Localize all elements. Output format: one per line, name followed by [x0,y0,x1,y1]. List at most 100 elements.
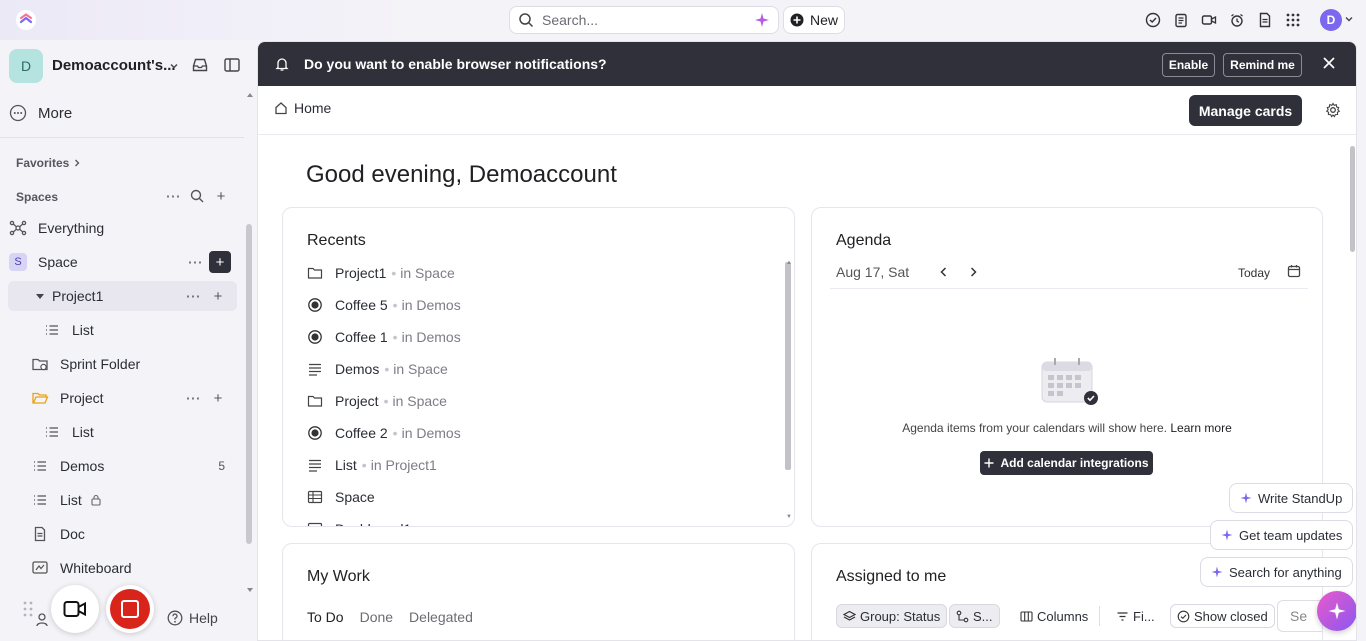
ai-assistant-button[interactable] [1317,591,1356,631]
check-circle-icon[interactable] [1143,10,1163,30]
check-circle-icon [1177,610,1190,623]
ai-sparkle-icon[interactable] [754,12,770,28]
list-icon [42,320,62,340]
new-label: New [809,12,838,28]
subtasks-chip[interactable]: S... [949,604,1000,628]
chevron-down-icon[interactable] [1344,14,1354,24]
scroll-down-icon[interactable]: ▼ [786,514,792,520]
notepad-icon[interactable] [1171,10,1191,30]
add-item-icon[interactable]: + [207,387,229,409]
tab-todo[interactable]: To Do [307,609,344,625]
close-icon[interactable] [1322,56,1336,70]
chevron-down-icon[interactable] [169,61,179,71]
chevron-left-icon[interactable] [938,266,950,278]
today-button[interactable]: Today [1238,266,1270,280]
scroll-up-icon[interactable] [247,92,253,98]
settings-gear-icon[interactable] [1325,102,1341,118]
scroll-up-icon[interactable]: ▲ [786,260,792,266]
manage-cards-button[interactable]: Manage cards [1189,95,1302,126]
chip-label: Group: Status [860,608,941,624]
sidebar-item-list-private[interactable]: List [8,485,237,515]
sidebar-item-sprint-folder[interactable]: Sprint Folder [8,349,237,379]
agenda-title: Agenda [836,232,892,249]
add-space-icon[interactable]: + [210,185,232,207]
tab-delegated[interactable]: Delegated [409,609,473,625]
sidebar-item-label: List [72,322,94,338]
drag-handle-icon[interactable] [22,600,34,618]
recent-item[interactable]: Coffee 1 • in Demos [307,326,461,348]
recent-item[interactable]: List • in Project1 [307,454,437,476]
collapse-sidebar-icon[interactable] [223,56,241,74]
video-icon[interactable] [1199,10,1219,30]
document-icon[interactable] [1255,10,1275,30]
recent-item[interactable]: Demos • in Space [307,358,448,380]
search-for-anything-button[interactable]: Search for anything [1200,557,1353,587]
add-item-icon[interactable]: + [209,251,231,273]
recents-scrollbar[interactable] [785,262,791,470]
show-closed-chip[interactable]: Show closed [1170,604,1275,628]
sidebar-item-list[interactable]: List [8,315,237,345]
dashboard-icon [307,521,323,526]
calendar-icon[interactable] [1287,264,1301,278]
new-button[interactable]: New [783,6,845,34]
recent-item[interactable]: Space [307,486,375,508]
more-dots-icon[interactable]: ⋯ [182,285,204,307]
enable-button[interactable]: Enable [1162,53,1215,77]
learn-more-link[interactable]: Learn more [1170,421,1231,435]
chevron-right-icon[interactable] [967,266,979,278]
add-calendar-integrations-button[interactable]: Add calendar integrations [980,451,1153,475]
sidebar-item-whiteboard[interactable]: Whiteboard [8,553,237,583]
sidebar-item-list[interactable]: List [8,417,237,447]
more-dots-icon[interactable]: ⋯ [162,185,184,207]
more-circle-icon [8,103,28,123]
more-dots-icon[interactable]: ⋯ [184,251,206,273]
agenda-card: Agenda Aug 17, Sat Today Agenda items fr… [811,207,1323,527]
chip-label: S... [973,608,993,624]
remind-me-button[interactable]: Remind me [1223,53,1302,77]
inbox-icon[interactable] [191,56,209,74]
tab-done[interactable]: Done [360,609,393,625]
workspace-name[interactable]: Demoaccount's... [52,57,176,74]
add-item-icon[interactable]: + [207,285,229,307]
user-avatar[interactable]: D [1320,9,1342,31]
assigned-search-input[interactable]: Se [1277,600,1322,632]
task-circle-icon [307,329,323,345]
write-standup-button[interactable]: Write StandUp [1229,483,1354,513]
everything-icon [8,218,28,238]
help-button[interactable]: Help [167,610,218,626]
favorites-header[interactable]: Favorites [16,156,81,170]
scroll-down-icon[interactable] [247,587,253,593]
search-input[interactable]: Search... [509,6,779,34]
stop-recording-button[interactable] [106,585,154,633]
sidebar-item-everything[interactable]: Everything [8,213,237,243]
spaces-header: Spaces [16,190,59,204]
more-dots-icon[interactable]: ⋯ [182,387,204,409]
recent-item[interactable]: Coffee 5 • in Demos [307,294,461,316]
record-video-button[interactable] [51,585,99,633]
search-icon[interactable] [186,185,208,207]
recent-item[interactable]: Project • in Space [307,390,447,412]
sidebar-item-more[interactable]: More [8,98,237,128]
columns-chip[interactable]: Columns [1013,604,1096,628]
group-status-chip[interactable]: Group: Status [836,604,948,628]
list-icon [30,456,50,476]
filter-chip[interactable]: Fi... [1109,604,1162,628]
favorites-label: Favorites [16,156,70,170]
main-scrollbar[interactable] [1350,146,1355,252]
apps-grid-icon[interactable] [1283,10,1303,30]
sidebar-item-doc[interactable]: Doc [8,519,237,549]
sidebar-item-label: Doc [60,526,85,542]
recent-item[interactable]: Coffee 2 • in Demos [307,422,461,444]
sidebar-item-label: Everything [38,220,105,236]
get-team-updates-button[interactable]: Get team updates [1210,520,1354,550]
breadcrumb[interactable]: Home [274,100,331,116]
alarm-clock-icon[interactable] [1227,10,1247,30]
recent-item[interactable]: Dashboard1 [307,518,411,526]
sidebar-item-demos[interactable]: Demos 5 [8,451,237,481]
clickup-logo-icon[interactable] [16,10,36,30]
invite-user-icon[interactable] [36,612,52,628]
recent-item-location: in Demos [401,297,461,313]
workspace-avatar[interactable]: D [9,49,43,83]
sidebar-scrollbar[interactable] [246,224,252,544]
recent-item[interactable]: Project1 • in Space [307,262,455,284]
